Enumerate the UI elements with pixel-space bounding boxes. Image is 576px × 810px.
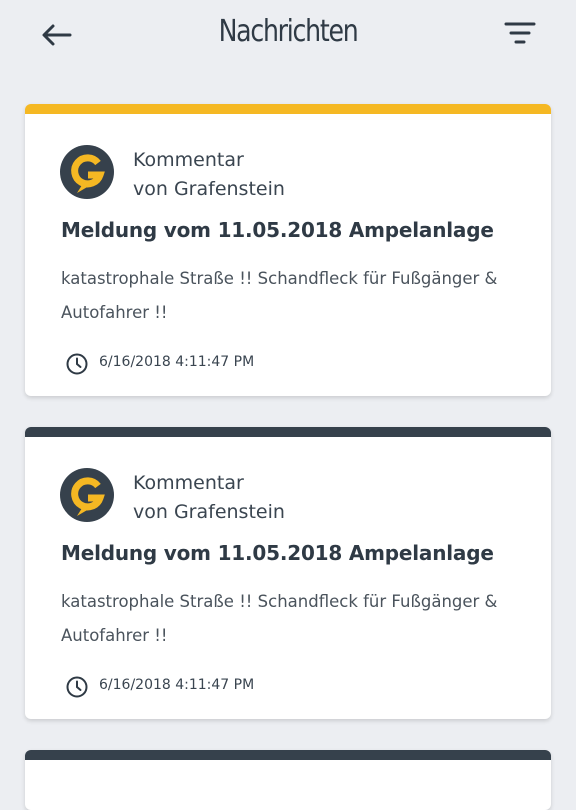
clock-icon xyxy=(66,353,88,375)
author-line-2: von Grafenstein xyxy=(133,501,285,523)
message-title: Meldung vom 11.05.2018 Ampelanlage xyxy=(61,218,494,242)
message-card-partial[interactable] xyxy=(25,750,551,810)
author-line-1: Kommentar xyxy=(133,149,244,171)
message-title: Meldung vom 11.05.2018 Ampelanlage xyxy=(61,541,494,565)
grafenstein-logo-icon xyxy=(60,145,114,199)
message-body: katastrophale Straße !! Schandfleck für … xyxy=(61,269,498,322)
message-timestamp: 6/16/2018 4:11:47 PM xyxy=(99,354,255,370)
author-line-1: Kommentar xyxy=(133,472,244,494)
message-body: katastrophale Straße !! Schandfleck für … xyxy=(61,592,498,645)
message-timestamp: 6/16/2018 4:11:47 PM xyxy=(99,677,255,693)
author-line-2: von Grafenstein xyxy=(133,178,285,200)
clock-icon xyxy=(66,676,88,698)
filter-button[interactable] xyxy=(500,16,540,50)
message-card[interactable]: Kommentar von Grafenstein Meldung vom 11… xyxy=(25,427,551,719)
grafenstein-logo-icon xyxy=(60,468,114,522)
filter-icon xyxy=(504,22,536,44)
message-card[interactable]: Kommentar von Grafenstein Meldung vom 11… xyxy=(25,104,551,396)
page-title: Nachrichten xyxy=(218,14,359,49)
app-header: Nachrichten xyxy=(0,0,576,72)
message-author: Kommentar von Grafenstein xyxy=(133,469,285,527)
message-author: Kommentar von Grafenstein xyxy=(133,146,285,204)
